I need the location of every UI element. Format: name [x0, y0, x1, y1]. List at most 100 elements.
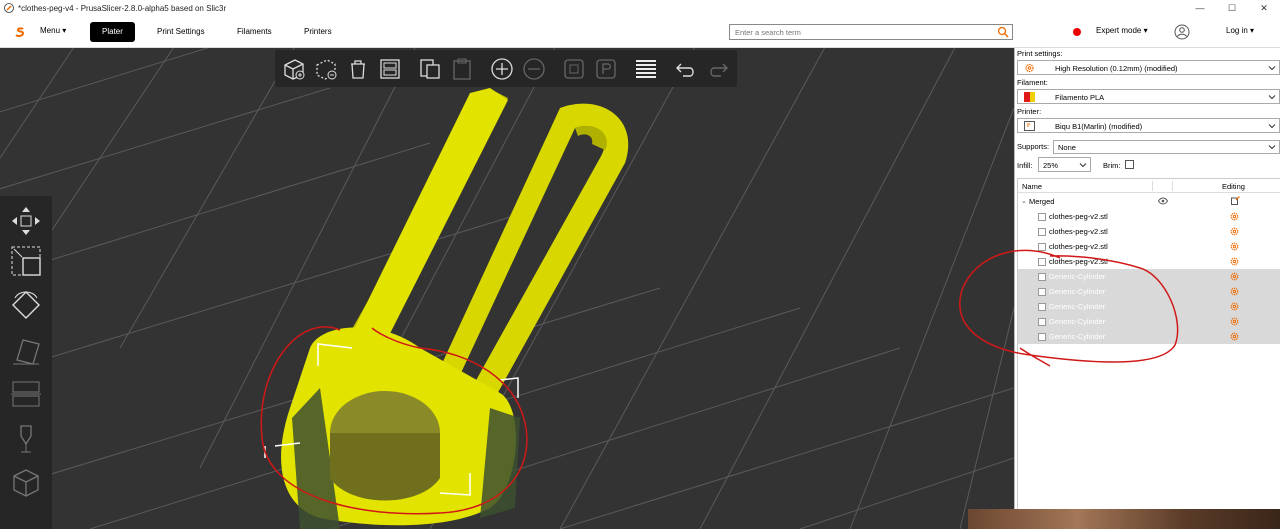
close-button[interactable]: ✕: [1248, 0, 1280, 16]
chevron-down-icon: [1079, 163, 1087, 168]
cut-icon: [11, 381, 41, 407]
part-icon: [1038, 288, 1046, 296]
top-bar: Menu ▾ Plater Print Settings Filaments P…: [0, 16, 1280, 48]
print-settings-combo[interactable]: High Resolution (0.12mm) (modified): [1017, 60, 1280, 75]
list-item[interactable]: clothes-peg-v2.stl: [1018, 239, 1280, 254]
search-box[interactable]: [729, 24, 1013, 40]
brim-checkbox[interactable]: [1125, 160, 1134, 169]
list-item[interactable]: Generic-Cylinder: [1018, 284, 1280, 299]
tab-print-settings[interactable]: Print Settings: [145, 22, 217, 42]
tab-plater[interactable]: Plater: [90, 22, 135, 42]
filament-color-swatch-icon: [1024, 92, 1035, 102]
supports-combo[interactable]: None: [1053, 140, 1280, 154]
maximize-button[interactable]: ☐: [1216, 0, 1248, 16]
supports-label: Supports:: [1017, 142, 1050, 151]
print-settings-label: Print settings:: [1017, 49, 1063, 58]
paint-supports-icon: [20, 425, 32, 453]
gear-icon[interactable]: [1230, 242, 1239, 251]
list-item[interactable]: Generic-Cylinder: [1018, 329, 1280, 344]
list-item[interactable]: clothes-peg-v2.stl: [1018, 224, 1280, 239]
undo-icon[interactable]: [673, 56, 699, 82]
part-icon: [1038, 333, 1046, 341]
gear-icon[interactable]: [1230, 212, 1239, 221]
printer-value: Biqu B1(Marlin) (modified): [1055, 122, 1143, 131]
part-icon: [1038, 243, 1046, 251]
search-input[interactable]: [730, 25, 990, 39]
3d-viewport[interactable]: [0, 48, 1014, 529]
printer-combo[interactable]: Biqu B1(Marlin) (modified): [1017, 118, 1280, 133]
part-icon: [1038, 273, 1046, 281]
gear-icon[interactable]: [1230, 302, 1239, 311]
tab-printers[interactable]: Printers: [292, 22, 344, 42]
delete-object-icon[interactable]: [313, 56, 339, 82]
print-settings-value: High Resolution (0.12mm) (modified): [1055, 64, 1178, 73]
mode-indicator-dot: [1073, 28, 1081, 36]
infill-combo[interactable]: 25%: [1038, 157, 1091, 172]
add-instance-icon[interactable]: [489, 56, 515, 82]
sidebar: Print settings: High Resolution (0.12mm)…: [1014, 48, 1280, 529]
webcam-overlay: [968, 509, 1280, 529]
infill-label: Infill:: [1017, 161, 1033, 170]
printer-icon: [1024, 121, 1035, 131]
layers-editing-icon[interactable]: [633, 56, 659, 82]
gear-icon[interactable]: [1230, 227, 1239, 236]
expand-chevron-icon[interactable]: ⌄: [1021, 197, 1027, 205]
eye-icon[interactable]: [1158, 197, 1168, 205]
clothes-peg-model[interactable]: [264, 88, 629, 529]
list-item-label: clothes-peg-v2.stl: [1049, 257, 1108, 266]
list-item[interactable]: Generic-Cylinder: [1018, 314, 1280, 329]
user-account-icon[interactable]: [1174, 24, 1190, 40]
list-item[interactable]: clothes-peg-v2.stl: [1018, 209, 1280, 224]
column-header-name[interactable]: Name: [1022, 182, 1042, 191]
column-divider: [1172, 181, 1173, 191]
gear-icon[interactable]: [1230, 272, 1239, 281]
chevron-down-icon: [1268, 66, 1276, 71]
list-item[interactable]: clothes-peg-v2.stl: [1018, 254, 1280, 269]
chevron-down-icon: [1268, 145, 1276, 150]
object-list[interactable]: Name Editing ⌄ Merged clothes-peg-v2.stl…: [1017, 178, 1280, 529]
column-divider: [1152, 181, 1153, 191]
login-button[interactable]: Log in ▾: [1226, 26, 1254, 35]
copy-icon[interactable]: [417, 56, 443, 82]
list-item-label: Generic-Cylinder: [1049, 272, 1106, 281]
scale-icon[interactable]: [9, 244, 43, 278]
left-toolbar: [0, 196, 52, 529]
prusaslicer-app-icon: [4, 3, 14, 13]
tab-filaments[interactable]: Filaments: [225, 22, 284, 42]
list-item-merged[interactable]: ⌄ Merged: [1018, 194, 1280, 209]
minimize-button[interactable]: —: [1184, 0, 1216, 16]
place-on-face-icon: [13, 339, 40, 365]
split-parts-icon: [596, 59, 616, 79]
filament-value: Filamento PLA: [1055, 93, 1105, 102]
edit-settings-icon[interactable]: [1231, 196, 1240, 205]
rotate-icon[interactable]: [9, 288, 43, 322]
list-item[interactable]: Generic-Cylinder: [1018, 299, 1280, 314]
chevron-down-icon: [1268, 124, 1276, 129]
redo-icon: [710, 63, 728, 77]
gear-icon[interactable]: [1230, 332, 1239, 341]
column-header-editing[interactable]: Editing: [1222, 182, 1245, 191]
part-icon: [1038, 318, 1046, 326]
gear-icon[interactable]: [1230, 287, 1239, 296]
chevron-down-icon: [1268, 95, 1276, 100]
menu-button[interactable]: Menu ▾: [40, 26, 66, 35]
list-item-label: Generic-Cylinder: [1049, 287, 1106, 296]
list-item-label: Generic-Cylinder: [1049, 302, 1106, 311]
printer-label: Printer:: [1017, 107, 1042, 116]
arrange-icon[interactable]: [377, 56, 403, 82]
add-object-icon[interactable]: [281, 56, 307, 82]
search-icon[interactable]: [997, 26, 1009, 38]
measure-cube-icon: [13, 469, 39, 497]
move-icon[interactable]: [9, 204, 43, 238]
3d-scene: [0, 48, 1014, 529]
mode-selector[interactable]: Expert mode ▾: [1096, 26, 1148, 35]
window-title: *clothes-peg-v4 - PrusaSlicer-2.8.0-alph…: [18, 3, 227, 13]
filament-combo[interactable]: Filamento PLA: [1017, 89, 1280, 104]
part-icon: [1038, 213, 1046, 221]
gear-icon[interactable]: [1230, 257, 1239, 266]
part-icon: [1038, 303, 1046, 311]
gear-icon[interactable]: [1230, 317, 1239, 326]
infill-value: 25%: [1043, 161, 1059, 170]
delete-all-icon[interactable]: [345, 56, 371, 82]
list-item[interactable]: Generic-Cylinder: [1018, 269, 1280, 284]
